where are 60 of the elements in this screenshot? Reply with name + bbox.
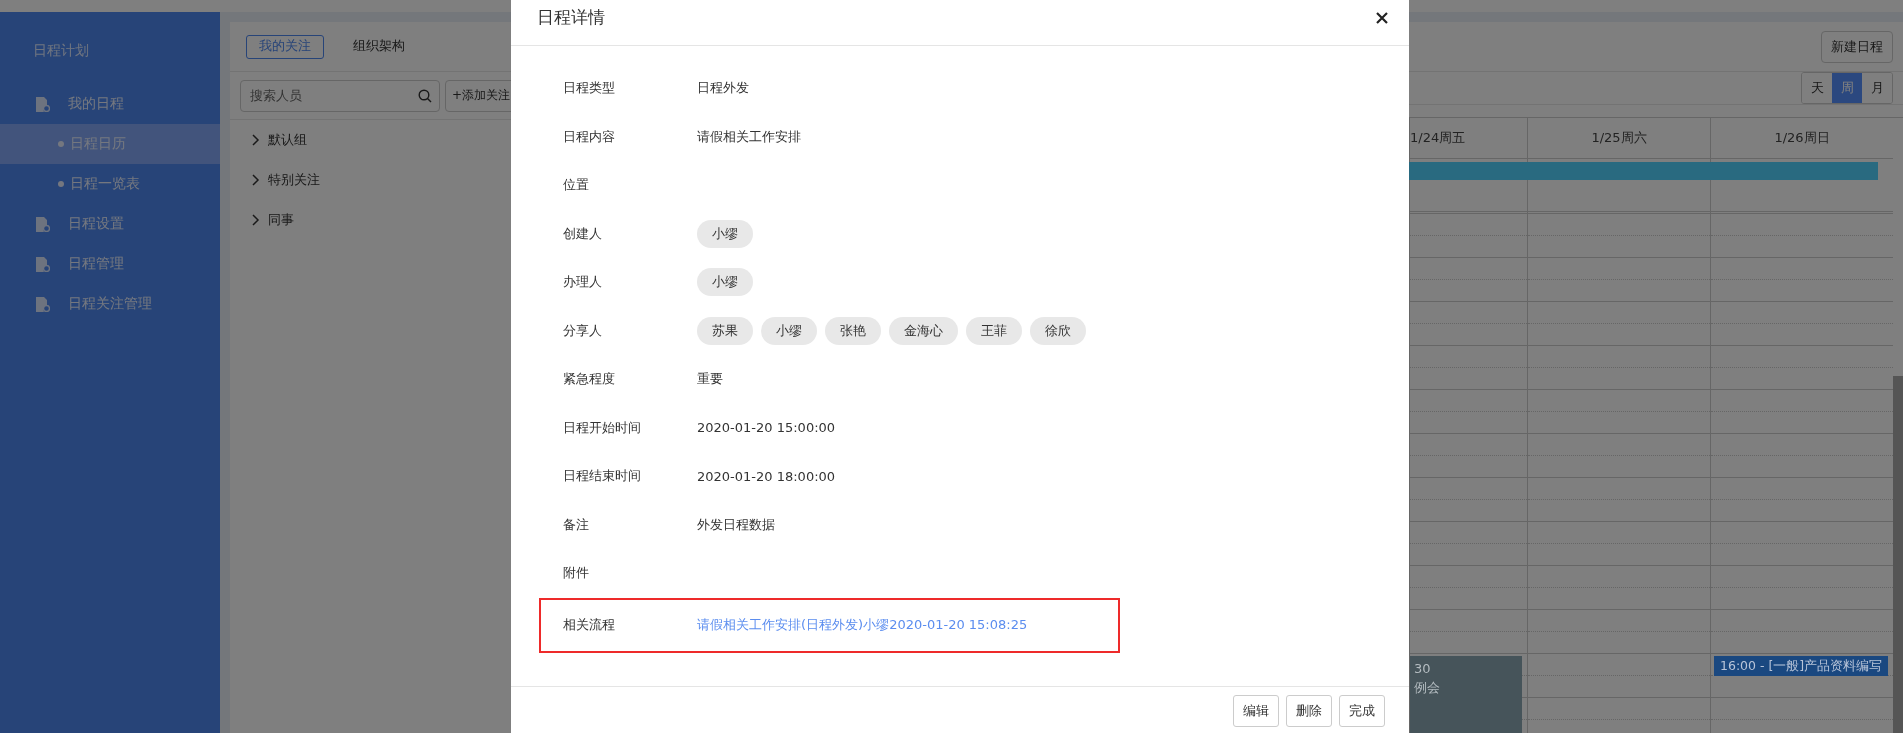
scrollbar-thumb[interactable] (1893, 376, 1903, 733)
search-icon (418, 88, 432, 103)
search-field[interactable]: 搜索人员 (240, 79, 440, 112)
dialog-button[interactable]: 删除 (1286, 695, 1332, 727)
field-label: 分享人 (563, 321, 603, 340)
field-label: 位置 (563, 176, 590, 195)
field-label: 创建人 (563, 224, 603, 243)
field-label: 日程内容 (563, 127, 616, 146)
person-tag: 苏果 (697, 316, 753, 345)
field-label: 办理人 (563, 273, 603, 292)
document-icon (35, 216, 50, 232)
field-label: 日程开始时间 (563, 418, 642, 437)
person-tag: 张艳 (825, 316, 881, 345)
tree-group[interactable]: 特别关注 (230, 160, 520, 200)
person-tag: 小缪 (697, 219, 753, 248)
field-value: 外发日程数据 (697, 515, 775, 534)
all-day-event-bar[interactable] (1406, 162, 1878, 180)
view-toggle-button[interactable]: 周 (1832, 73, 1862, 103)
field-label: 日程类型 (563, 79, 616, 98)
field-label: 备注 (563, 515, 590, 534)
new-schedule-button[interactable]: 新建日程 (1821, 30, 1893, 63)
chevron-right-icon (252, 134, 260, 146)
calendar-event[interactable]: 30 例会 (1410, 656, 1522, 733)
process-link[interactable]: 请假相关工作安排(日程外发)小缪2020-01-20 15:08:25 (697, 616, 1028, 634)
person-tag: 徐欣 (1030, 316, 1086, 345)
field-label: 紧急程度 (563, 370, 616, 389)
person-tag: 王菲 (966, 316, 1022, 345)
day-header: 1/26周日 (1711, 118, 1893, 159)
chevron-right-icon (252, 174, 260, 186)
calendar-event[interactable]: 16:00 - [一般]产品资料编写 (1714, 656, 1888, 676)
sidebar-title: 日程计划 (32, 42, 90, 60)
dialog-button[interactable]: 完成 (1339, 695, 1385, 727)
day-header: 1/25周六 (1528, 118, 1710, 159)
field-value: 2020-01-20 18:00:00 (697, 468, 836, 484)
event-time: 30 (1414, 660, 1432, 678)
tree-group[interactable]: 同事 (230, 200, 520, 240)
document-icon (35, 256, 50, 272)
day-header: 1/24周五 (1410, 118, 1527, 159)
field-label: 日程结束时间 (563, 467, 642, 486)
field-label: 相关流程 (563, 616, 616, 634)
person-tag: 小缪 (761, 316, 817, 345)
field-value: 日程外发 (697, 79, 749, 98)
close-icon[interactable] (1375, 10, 1389, 25)
person-tag: 小缪 (697, 268, 753, 297)
field-value: 重要 (697, 370, 723, 389)
document-icon (35, 296, 50, 312)
person-tag: 金海心 (889, 316, 958, 345)
dialog-title: 日程详情 (537, 6, 605, 29)
chevron-right-icon (252, 214, 260, 226)
tab[interactable]: 组织架构 (340, 34, 418, 59)
bullet-icon (58, 141, 64, 147)
bullet-icon (58, 181, 64, 187)
field-value: 2020-01-20 15:00:00 (697, 420, 836, 436)
event-title: 例会 (1414, 679, 1441, 697)
field-value: 请假相关工作安排 (697, 127, 801, 146)
field-label: 附件 (563, 564, 590, 583)
tab[interactable]: 我的关注 (246, 34, 324, 59)
dialog-button[interactable]: 编辑 (1233, 695, 1279, 727)
tree-group[interactable]: 默认组 (230, 120, 520, 160)
document-icon (35, 96, 50, 112)
